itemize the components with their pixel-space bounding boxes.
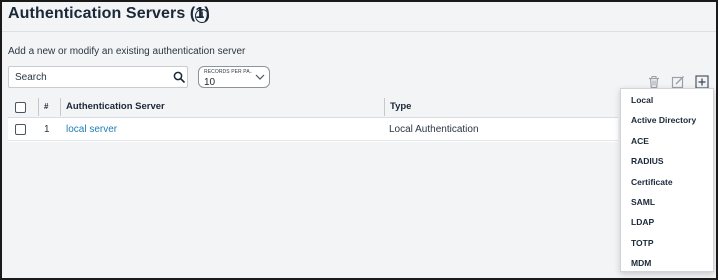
menu-item-radius[interactable]: RADIUS xyxy=(621,151,715,171)
edit-icon[interactable] xyxy=(671,75,685,89)
row-checkbox[interactable] xyxy=(15,124,26,135)
info-circle-icon[interactable]: i xyxy=(195,9,209,23)
menu-item-active-directory[interactable]: Active Directory xyxy=(621,110,715,130)
server-name-link[interactable]: local server xyxy=(66,119,117,141)
page-subtitle: Add a new or modify an existing authenti… xyxy=(8,46,246,57)
column-header-index[interactable]: # xyxy=(44,96,48,118)
records-per-page-label: RECORDS PER PA... xyxy=(204,69,252,75)
menu-item-mdm[interactable]: MDM xyxy=(621,253,715,273)
column-header-server[interactable]: Authentication Server xyxy=(66,96,165,118)
row-index: 1 xyxy=(44,124,50,135)
search-icon[interactable] xyxy=(173,71,185,83)
chevron-down-icon xyxy=(255,74,265,80)
auth-servers-table: # Authentication Server Type 1 local ser… xyxy=(8,96,618,142)
trash-icon[interactable] xyxy=(647,75,661,89)
menu-item-saml[interactable]: SAML xyxy=(621,192,715,212)
title-bar: Authentication Servers (1) i xyxy=(2,2,716,32)
add-icon[interactable] xyxy=(695,75,709,89)
app-frame: Authentication Servers (1) i Add a new o… xyxy=(0,0,718,280)
search-placeholder: Search xyxy=(15,72,47,83)
menu-item-local[interactable]: Local xyxy=(621,90,715,110)
select-all-checkbox[interactable] xyxy=(15,102,26,113)
column-divider xyxy=(60,98,61,116)
server-type: Local Authentication xyxy=(389,124,479,135)
records-per-page-value: 10 xyxy=(204,77,216,88)
menu-item-ace[interactable]: ACE xyxy=(621,131,715,151)
menu-item-ldap[interactable]: LDAP xyxy=(621,212,715,232)
search-input[interactable]: Search xyxy=(8,66,188,88)
column-header-type[interactable]: Type xyxy=(390,96,411,118)
table-row[interactable]: 1 local server Local Authentication xyxy=(8,119,618,141)
menu-item-certificate[interactable]: Certificate xyxy=(621,172,715,192)
column-divider xyxy=(38,98,39,116)
page-title: Authentication Servers (1) xyxy=(8,5,210,22)
column-divider xyxy=(384,98,385,116)
add-server-menu: Local Active Directory ACE RADIUS Certif… xyxy=(620,88,714,272)
records-per-page-select[interactable]: RECORDS PER PA... 10 xyxy=(198,66,270,88)
menu-item-totp[interactable]: TOTP xyxy=(621,233,715,253)
table-header: # Authentication Server Type xyxy=(8,96,618,118)
